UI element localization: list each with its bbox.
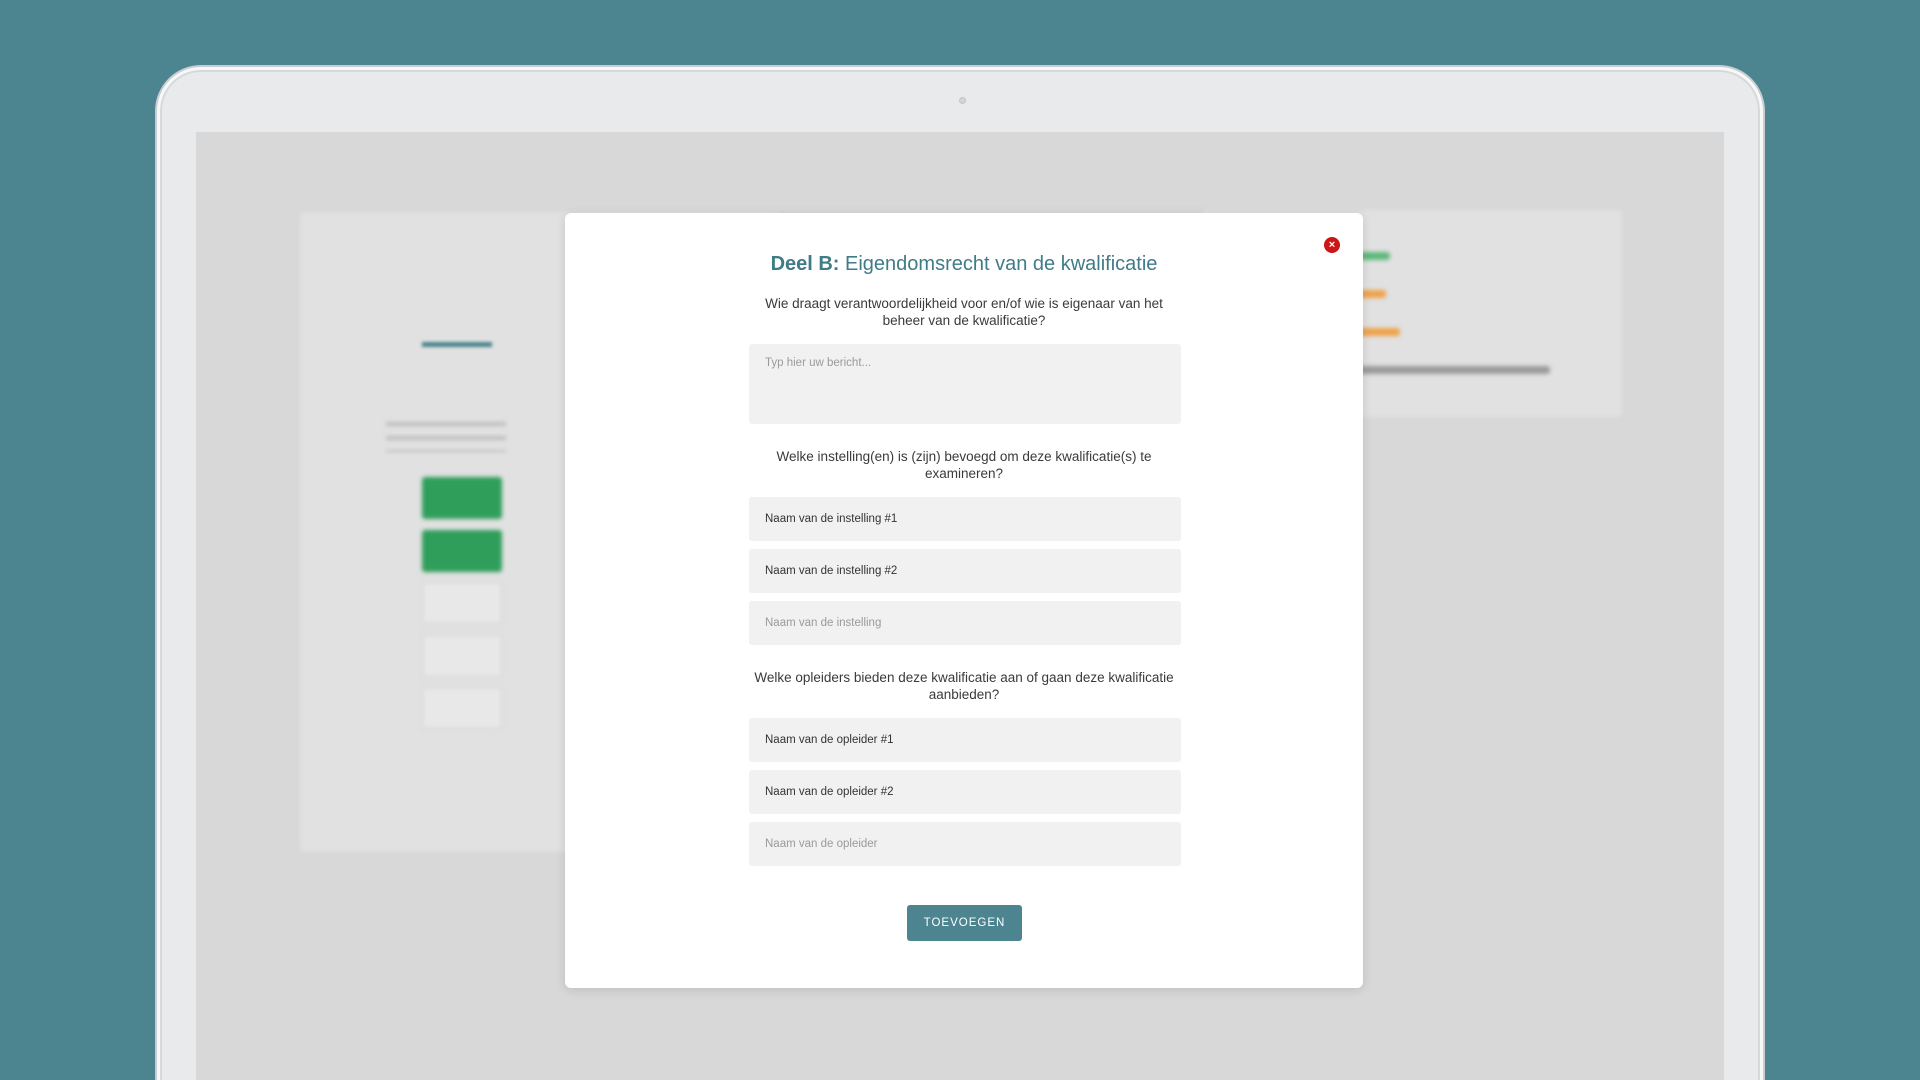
- question-providers: Welke opleiders bieden deze kwalificatie…: [754, 670, 1174, 702]
- background-step-button: [422, 477, 502, 519]
- background-text-block: [386, 422, 506, 452]
- qualification-ownership-modal: × Deel B: Eigendomsrecht van de kwalific…: [565, 213, 1363, 988]
- modal-title-prefix: Deel B:: [770, 253, 840, 275]
- institution-input-new[interactable]: [749, 601, 1181, 645]
- background-step-button: [422, 582, 502, 624]
- question-institutions: Welke instelling(en) is (zijn) bevoegd o…: [776, 449, 1152, 481]
- modal-title: Deel B: Eigendomsrecht van de kwalificat…: [565, 253, 1363, 276]
- institution-input-1[interactable]: [749, 497, 1181, 541]
- camera-dot: [959, 97, 966, 104]
- background-status-line: [1340, 366, 1550, 374]
- provider-input-1[interactable]: [749, 718, 1181, 762]
- background-step-button: [422, 635, 502, 677]
- modal-title-text: Eigendomsrecht van de kwalificatie: [839, 253, 1158, 275]
- question-ownership: Wie draagt verantwoordelijkheid voor en/…: [765, 296, 1163, 328]
- message-textarea[interactable]: [749, 344, 1181, 424]
- provider-input-new[interactable]: [749, 822, 1181, 866]
- provider-input-2[interactable]: [749, 770, 1181, 814]
- add-button[interactable]: TOEVOEGEN: [907, 905, 1022, 941]
- institution-input-2[interactable]: [749, 549, 1181, 593]
- close-icon[interactable]: ×: [1324, 237, 1340, 253]
- background-accent-rule: [422, 342, 492, 347]
- background-step-button: [422, 687, 502, 729]
- background-step-button: [422, 530, 502, 572]
